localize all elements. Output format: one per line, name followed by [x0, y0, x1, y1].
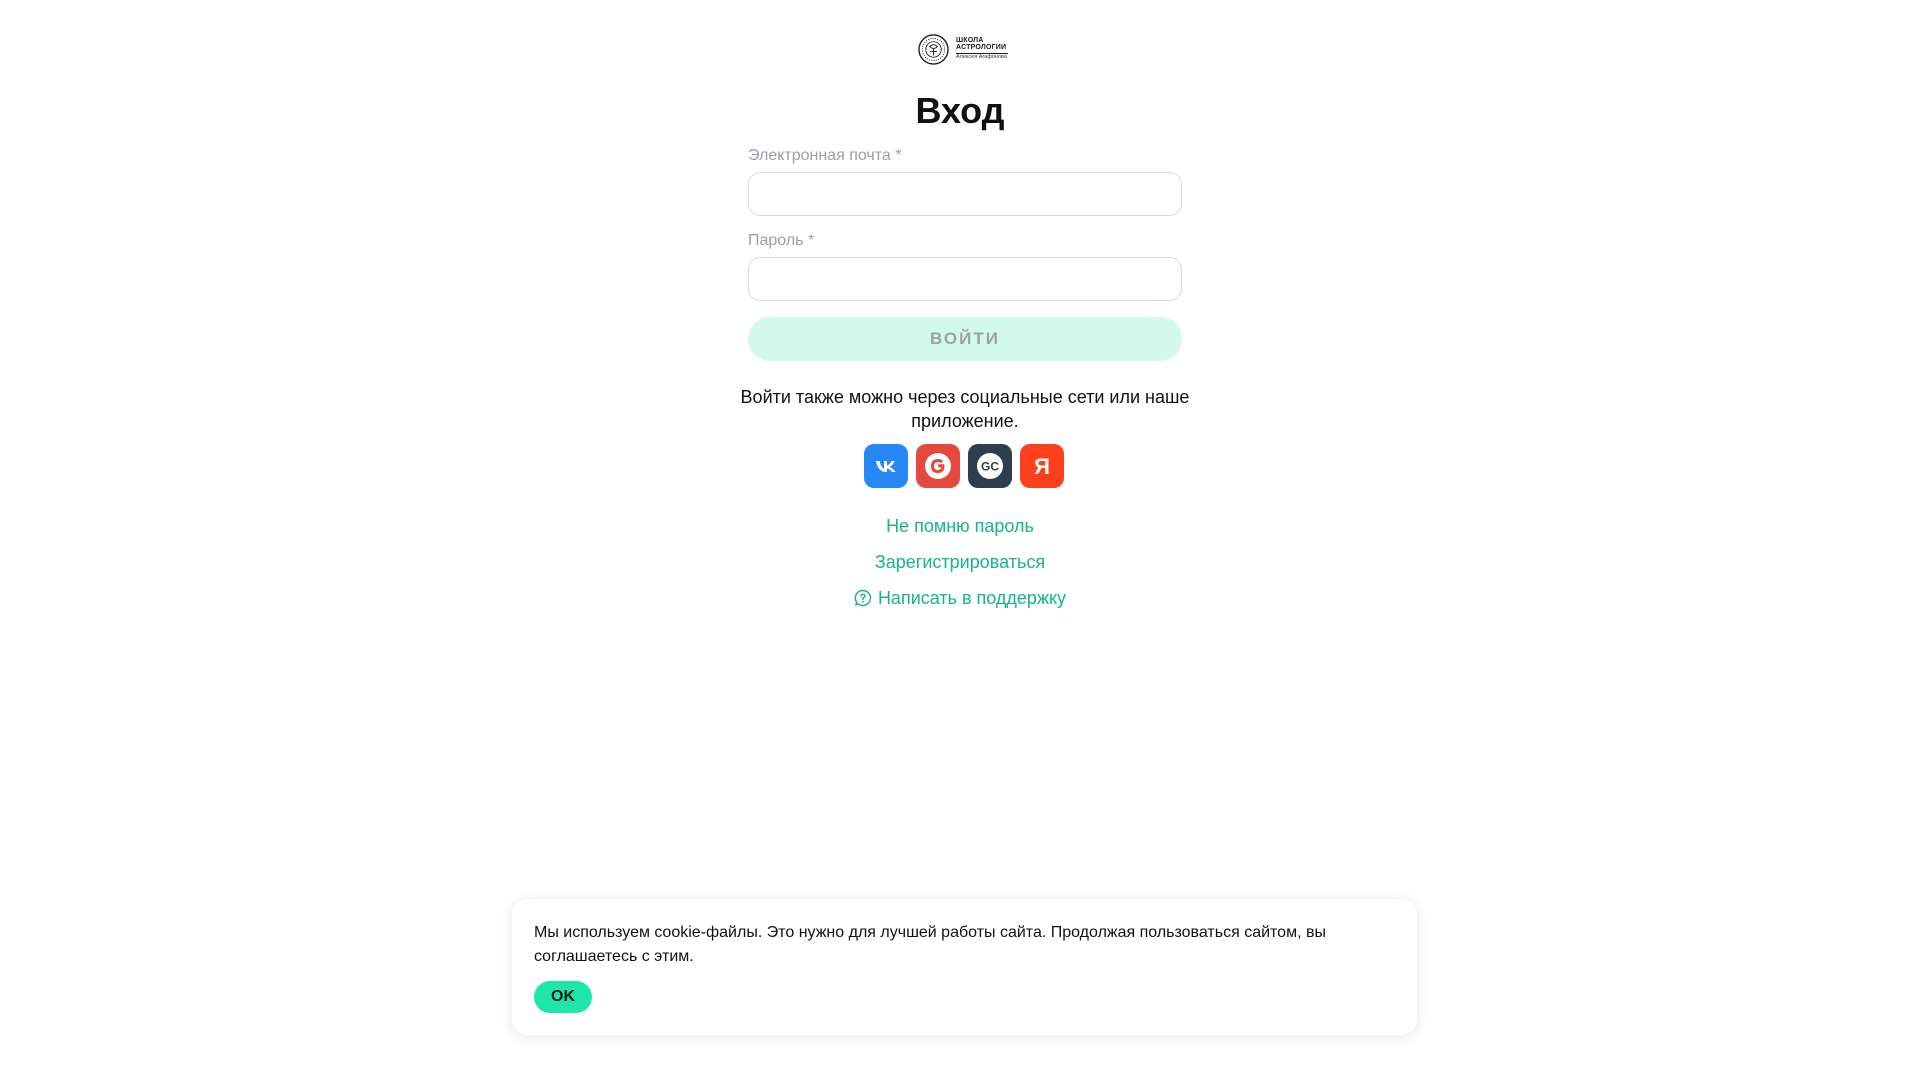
svg-text:GC: GC: [981, 460, 999, 474]
vk-icon: [876, 461, 896, 472]
cookie-ok-button[interactable]: OK: [534, 981, 592, 1013]
support-link[interactable]: Написать в поддержку: [854, 586, 1066, 610]
vk-login-button[interactable]: [864, 444, 908, 488]
cookie-text: Мы используем cookie-файлы. Это нужно дл…: [534, 924, 1326, 965]
svg-text:Я: Я: [1034, 454, 1050, 479]
password-label: Пароль *: [748, 232, 815, 249]
email-field[interactable]: [748, 172, 1182, 216]
support-link-label: Написать в поддержку: [877, 588, 1067, 608]
google-icon: [925, 453, 951, 479]
email-label: Электронная почта *: [748, 147, 902, 164]
social-login-text: Войти также можно через социальные сети …: [740, 387, 1190, 431]
login-form: Электронная почта * Пароль * ВОЙТИ: [748, 146, 1182, 361]
logo-seal-icon: [918, 33, 949, 65]
cookie-banner: Мы используем cookie-файлы. Это нужно дл…: [512, 899, 1417, 1035]
login-button[interactable]: ВОЙТИ: [748, 317, 1182, 361]
chat-question-icon: [854, 589, 872, 607]
gc-app-login-button[interactable]: GC: [968, 444, 1012, 488]
login-page: ШКОЛА АСТРОЛОГИИ Алексея Агафонова Вход …: [0, 0, 1920, 1080]
logo-text: ШКОЛА АСТРОЛОГИИ Алексея Агафонова: [956, 37, 1008, 61]
password-field[interactable]: [748, 257, 1182, 301]
social-login-buttons: GC Я: [864, 444, 1064, 488]
password-group: Пароль *: [748, 231, 1182, 301]
auth-links: Не помню пароль Зарегистрироваться Напис…: [0, 514, 1920, 622]
forgot-password-link[interactable]: Не помню пароль: [886, 514, 1034, 538]
page-title: Вход: [915, 90, 1005, 131]
logo-line-author: Алексея Агафонова: [956, 54, 1007, 61]
school-logo[interactable]: ШКОЛА АСТРОЛОГИИ Алексея Агафонова: [918, 32, 1014, 66]
logo-line-school: ШКОЛА: [956, 36, 984, 44]
google-login-button[interactable]: [916, 444, 960, 488]
yandex-icon: Я: [1034, 454, 1050, 479]
gc-app-icon: GC: [977, 453, 1003, 479]
register-link[interactable]: Зарегистрироваться: [875, 550, 1045, 574]
yandex-login-button[interactable]: Я: [1020, 444, 1064, 488]
logo-line-astrology: АСТРОЛОГИИ: [956, 44, 1007, 52]
